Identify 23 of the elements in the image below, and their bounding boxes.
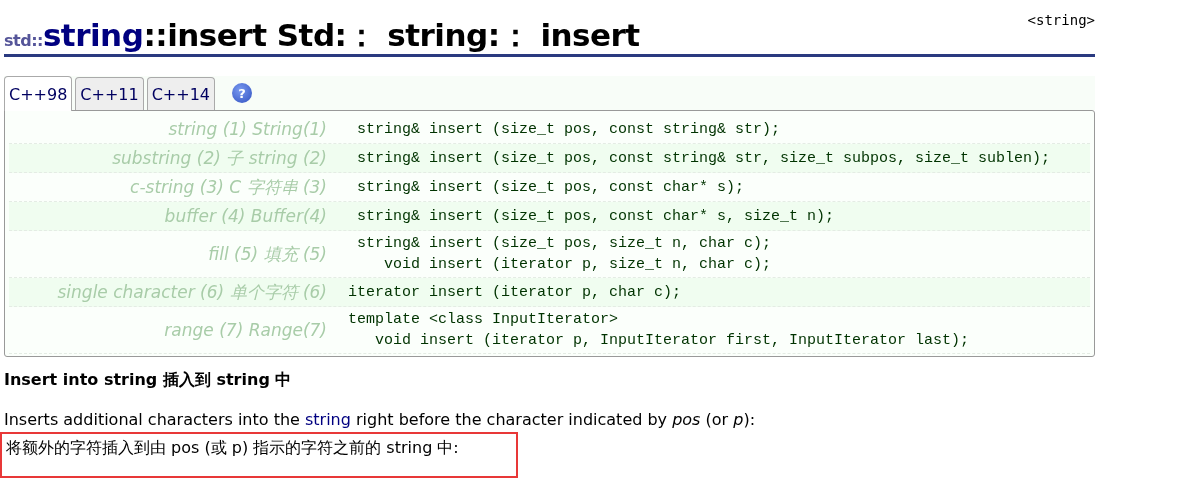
translation-text: 将额外的字符插入到由 pos (或 p) 指示的字符之前的 string 中:	[6, 438, 459, 457]
overload-label: string (1) String(1)	[168, 119, 327, 139]
overload-label: c-string (3) C 字符串 (3)	[130, 176, 327, 197]
code-signature: string& insert (size_t pos, const char* s);	[356, 177, 745, 198]
version-tab[interactable]: C++14	[146, 77, 216, 110]
string-link[interactable]: string	[305, 410, 351, 429]
header-file-link[interactable]: <string>	[1027, 12, 1095, 28]
version-tab[interactable]: C++98	[4, 76, 73, 111]
page-title: std::string::insert Std:： string:： insert	[4, 18, 640, 55]
code-signature: iterator insert (iterator p, char c);	[348, 282, 682, 303]
description-text: Inserts additional characters into the string right before the character indicated by pos (or p):	[4, 410, 757, 429]
code-signature: string& insert (size_t pos, const char* s, size_t n);	[356, 206, 835, 227]
summary-heading: Insert into string 插入到 string 中	[4, 370, 293, 391]
overload-label: range (7) Range(7)	[164, 320, 327, 340]
code-signature: string& insert (size_t pos, const string& str, size_t subpos, size_t sublen);	[356, 148, 1051, 169]
code-signature: template <class InputIterator> void insert (iterator p, InputIterator first, InputIterator last);	[348, 310, 970, 351]
overload-label: buffer (4) Buffer(4)	[164, 206, 327, 226]
overload-label: substring (2) 子 string (2)	[112, 147, 327, 168]
overload-label: fill (5) 填充 (5)	[208, 243, 327, 264]
code-signature: string& insert (size_t pos, size_t n, char c); void insert (iterator p, size_t n, char c);	[356, 234, 772, 275]
overload-label: single character (6) 单个字符 (6)	[57, 281, 327, 302]
version-tab[interactable]: C++11	[75, 77, 144, 110]
code-signature: string& insert (size_t pos, const string& str);	[356, 119, 781, 140]
